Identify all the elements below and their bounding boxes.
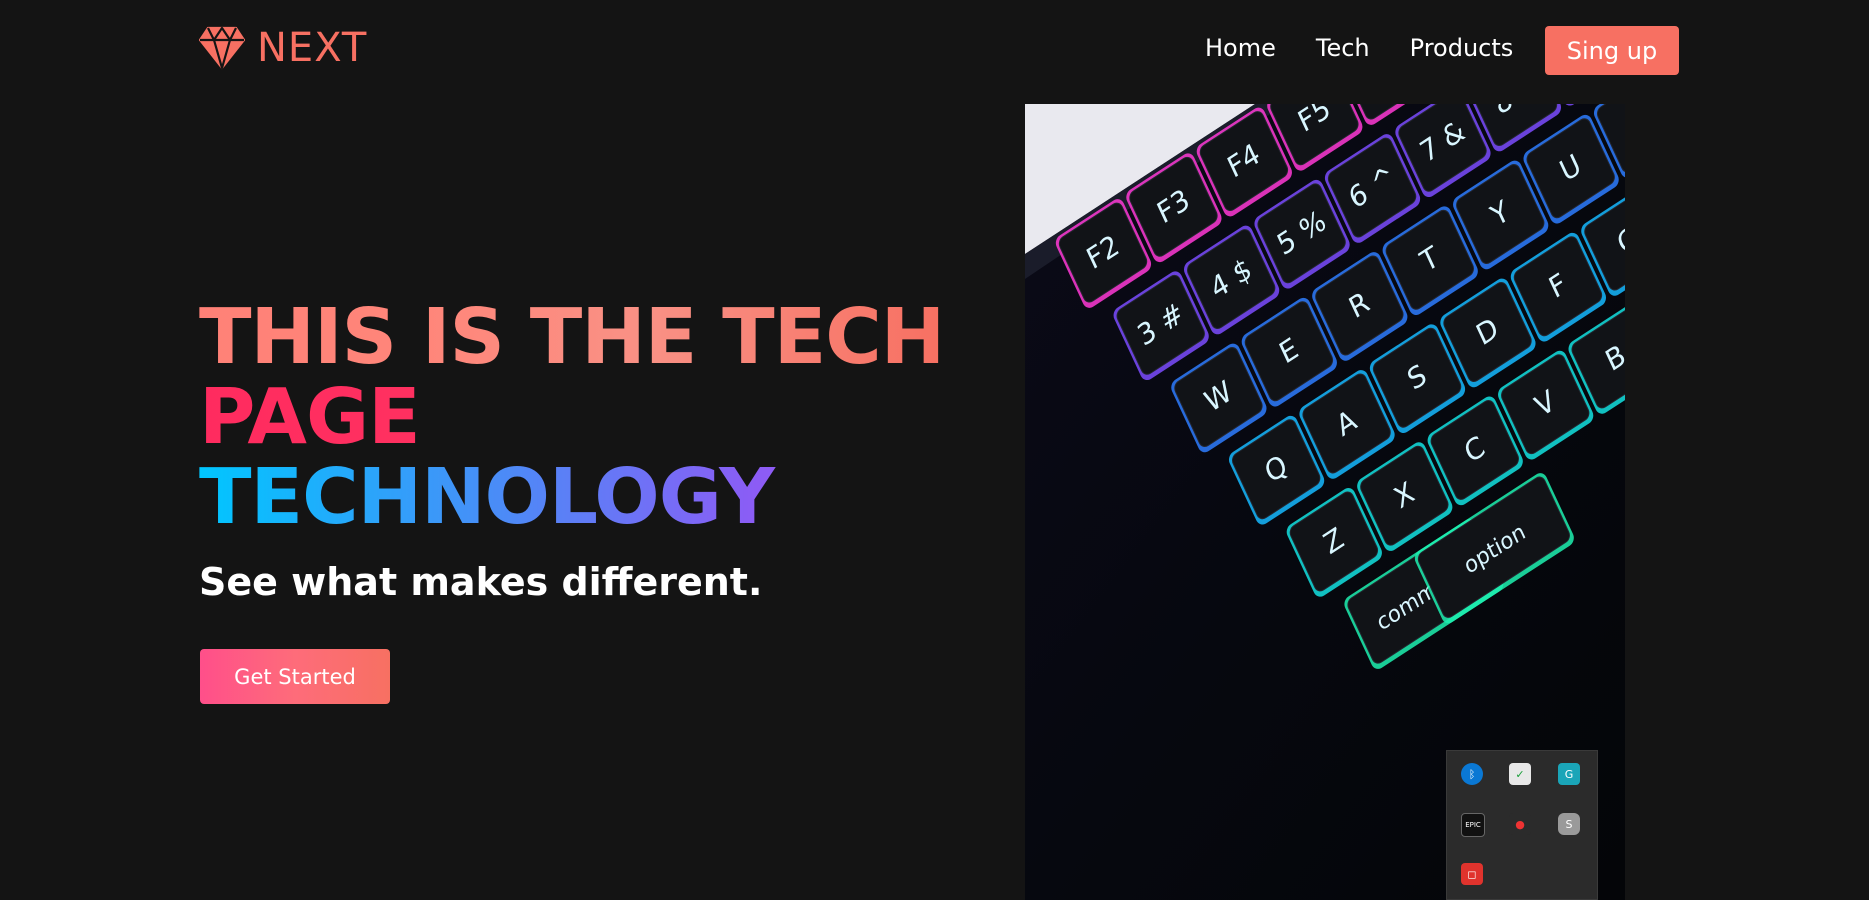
app-tray-icon[interactable]: ●	[1509, 813, 1531, 835]
page: NEXT Home Tech Products Sing up THIS IS …	[0, 0, 1869, 900]
bluetooth-icon[interactable]: ᛒ	[1461, 763, 1483, 785]
epic-games-icon[interactable]: EPIC	[1461, 813, 1485, 837]
nav-link-products[interactable]: Products	[1410, 30, 1514, 66]
diamond-icon	[199, 26, 245, 70]
skype-icon[interactable]: S	[1558, 813, 1580, 835]
nav-links: Home Tech Products	[1205, 30, 1513, 66]
navbar: NEXT Home Tech Products Sing up	[0, 0, 1869, 100]
pdf-reader-icon[interactable]: ◻	[1461, 863, 1483, 885]
get-started-button[interactable]: Get Started	[200, 649, 390, 704]
onedrive-icon[interactable]: G	[1558, 763, 1580, 785]
nav-link-tech[interactable]: Tech	[1316, 30, 1370, 66]
logo-link[interactable]: NEXT	[199, 26, 367, 70]
hero-title-line2: PAGE	[199, 378, 944, 458]
hero-subtitle: See what makes different.	[199, 560, 763, 604]
windows-security-icon[interactable]: ✓	[1509, 763, 1531, 785]
signup-button[interactable]: Sing up	[1545, 26, 1679, 75]
keyboard-photo: F2F3F4F5F63 #4 $5 %6 ^7 &8 *9 (0 )WERTYU…	[1025, 104, 1625, 900]
logo-text: NEXT	[257, 25, 368, 71]
nav-link-home[interactable]: Home	[1205, 30, 1276, 66]
hero-title-line3: TECHNOLOGY	[199, 458, 944, 538]
system-tray-popup: ᛒ ✓ G EPIC ● S ◻	[1446, 750, 1598, 900]
hero-title: THIS IS THE TECH PAGE TECHNOLOGY	[199, 293, 945, 538]
hero-title-line1: THIS IS THE TECH	[199, 293, 945, 382]
